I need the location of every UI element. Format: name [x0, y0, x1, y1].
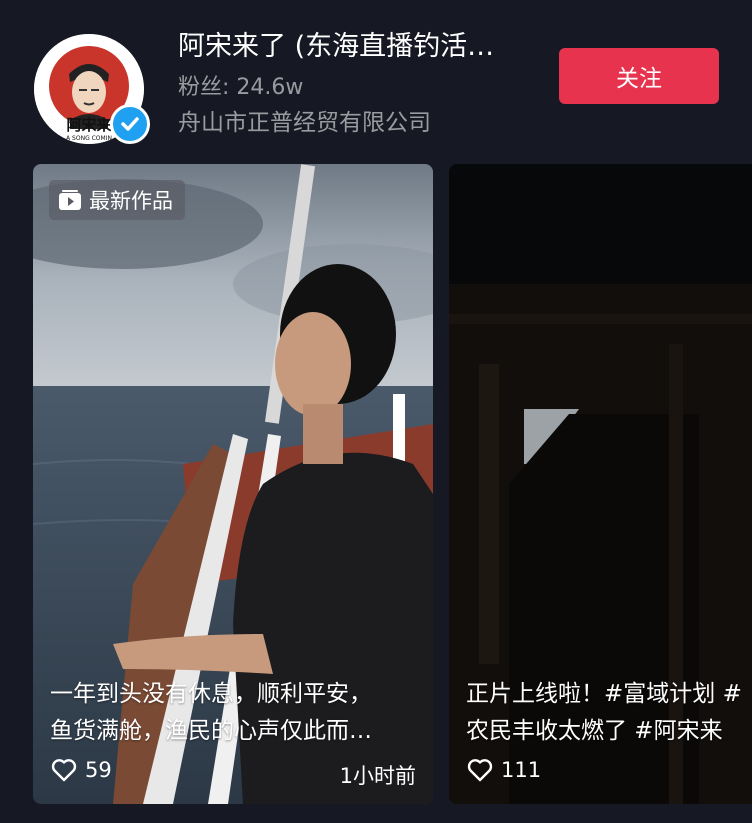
badge-label: 最新作品: [89, 189, 173, 213]
like-stats: 111: [467, 758, 541, 782]
video-caption: 一年到头没有休息，顺利平安， 鱼货满舱，渔民的心声仅此而…: [50, 676, 372, 750]
like-stats: 59: [51, 758, 112, 782]
avatar-logo-subtext: A SONG COMIN: [66, 135, 112, 142]
video-card[interactable]: 正片上线啦！#富域计划 # 农民丰收太燃了 #阿宋来 111: [449, 164, 752, 804]
verified-badge-icon: [110, 104, 150, 144]
heart-icon: [467, 759, 493, 782]
post-time: 1小时前: [339, 764, 416, 788]
caption-line: 鱼货满舱，渔民的心声仅此而…: [50, 718, 372, 744]
avatar-logo-text: 阿宋来: [66, 116, 112, 134]
video-icon: [59, 190, 81, 210]
caption-line: 一年到头没有休息，顺利平安，: [50, 681, 372, 707]
company-name: 舟山市正普经贸有限公司: [178, 110, 431, 136]
account-name[interactable]: 阿宋来了 (东海直播钓活…: [178, 30, 538, 64]
follow-button[interactable]: 关注: [559, 48, 719, 104]
fan-count: 粉丝: 24.6w: [178, 75, 304, 100]
heart-icon: [51, 759, 77, 782]
video-caption: 正片上线啦！#富域计划 # 农民丰收太燃了 #阿宋来: [466, 676, 742, 750]
profile-header: 阿宋来 A SONG COMIN 阿宋来了 (东海直播钓活… 粉丝: 24.6w…: [0, 0, 752, 160]
caption-line: 农民丰收太燃了 #阿宋来: [466, 718, 723, 744]
like-count: 59: [85, 758, 112, 782]
video-card[interactable]: 最新作品 一年到头没有休息，顺利平安， 鱼货满舱，渔民的心声仅此而… 59 1小…: [33, 164, 433, 804]
latest-work-badge: 最新作品: [49, 180, 185, 220]
like-count: 111: [501, 758, 542, 782]
caption-line: 正片上线啦！#富域计划 #: [466, 681, 742, 707]
